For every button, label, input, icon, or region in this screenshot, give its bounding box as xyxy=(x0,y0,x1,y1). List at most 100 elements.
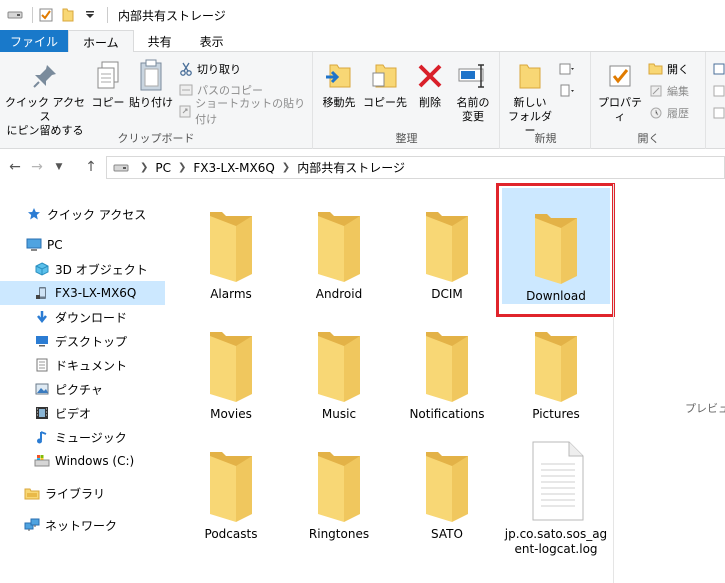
nav-item-videos[interactable]: ビデオ xyxy=(0,401,165,425)
cut-button[interactable]: 切り取り xyxy=(178,60,241,78)
nav-label: 3D オブジェクト xyxy=(55,262,148,277)
move-to-button[interactable]: 移動先 xyxy=(316,58,362,110)
rename-button[interactable]: 名前の 変更 xyxy=(450,58,496,124)
star-icon xyxy=(26,206,42,222)
open-button[interactable]: 開く xyxy=(648,60,689,78)
film-icon xyxy=(34,405,50,421)
nav-label: PC xyxy=(47,238,63,252)
library-icon xyxy=(24,485,40,501)
new-folder-label-line1: 新しい xyxy=(513,96,547,109)
address-toolbar: ← → ▼ ↑ ❯ PC ❯ FX3-LX-MX6Q ❯ 内部共有ストレージ xyxy=(0,150,725,184)
select-none-button[interactable] xyxy=(711,82,725,100)
paste-shortcut-label: ショートカットの貼り付け xyxy=(195,97,306,126)
back-button[interactable]: ← xyxy=(4,156,26,178)
nav-item-windows-c[interactable]: Windows (C:) xyxy=(0,449,165,473)
copy-button[interactable]: コピー xyxy=(88,58,128,110)
easy-access-button[interactable] xyxy=(559,82,578,100)
breadcrumb-device[interactable]: FX3-LX-MX6Q xyxy=(193,161,274,175)
breadcrumb-chevron-icon[interactable]: ❯ xyxy=(178,162,186,173)
customize-quick-access-dropdown-icon[interactable] xyxy=(81,6,99,24)
file-name-line2: ent-logcat.log xyxy=(514,542,598,556)
delete-button[interactable]: 削除 xyxy=(410,58,450,110)
nav-item-documents[interactable]: ドキュメント xyxy=(0,353,165,377)
folder-name: Movies xyxy=(210,407,252,421)
nav-item-desktop[interactable]: デスクトップ xyxy=(0,329,165,353)
folder-icon xyxy=(210,212,252,282)
folder-item[interactable]: Ringtones xyxy=(285,426,393,542)
folder-item[interactable]: Music xyxy=(285,306,393,422)
nav-item-downloads[interactable]: ダウンロード xyxy=(0,305,165,329)
tab-share[interactable]: 共有 xyxy=(134,30,186,52)
nav-item-music[interactable]: ミュージック xyxy=(0,425,165,449)
copy-to-label: コピー先 xyxy=(363,96,407,109)
nav-item-pictures[interactable]: ピクチャ xyxy=(0,377,165,401)
folder-item[interactable]: Notifications xyxy=(393,306,501,422)
back-arrow-icon: ← xyxy=(9,159,21,175)
pin-to-quick-access-button[interactable]: クイック アクセス にピン留めする xyxy=(4,58,86,138)
folder-name: Music xyxy=(321,407,357,421)
select-group xyxy=(707,52,725,149)
folder-item[interactable]: Pictures xyxy=(502,306,610,422)
folder-item[interactable]: Movies xyxy=(177,306,285,422)
new-group-label: 新規 xyxy=(534,132,557,145)
nav-label: ドキュメント xyxy=(55,358,128,373)
properties-button[interactable]: プロパティ xyxy=(594,58,646,124)
nav-item-3d-objects[interactable]: 3D オブジェクト xyxy=(0,257,165,281)
copy-to-button[interactable]: コピー先 xyxy=(362,58,408,110)
address-bar[interactable]: ❯ PC ❯ FX3-LX-MX6Q ❯ 内部共有ストレージ xyxy=(106,156,725,179)
delete-x-icon xyxy=(412,58,448,94)
rename-label-line2: 変更 xyxy=(462,110,484,123)
up-arrow-icon: ↑ xyxy=(85,159,97,175)
edit-button[interactable]: 編集 xyxy=(648,82,689,100)
invert-selection-button[interactable] xyxy=(711,104,725,122)
move-to-label: 移動先 xyxy=(322,96,356,109)
breadcrumb-chevron-icon[interactable]: ❯ xyxy=(282,162,290,173)
tab-file[interactable]: ファイル xyxy=(0,30,69,52)
new-folder-quick-icon[interactable] xyxy=(59,6,77,24)
select-all-button[interactable] xyxy=(711,60,725,78)
breadcrumb-chevron-icon[interactable]: ❯ xyxy=(140,162,148,173)
tab-view[interactable]: 表示 xyxy=(186,30,238,52)
nav-label: ビデオ xyxy=(55,406,92,421)
folder-name: Podcasts xyxy=(204,527,258,541)
text-file-icon xyxy=(532,441,584,521)
paste-shortcut-button[interactable]: ショートカットの貼り付け xyxy=(178,97,312,126)
nav-item-device[interactable]: FX3-LX-MX6Q xyxy=(0,281,165,305)
new-item-button[interactable] xyxy=(559,60,578,78)
open-label: 開く xyxy=(667,63,689,76)
file-item[interactable]: jp.co.sato.sos_ag ent-logcat.log xyxy=(502,426,610,556)
cube-icon xyxy=(34,261,50,277)
clipboard-group: クイック アクセス にピン留めする コピー 貼り付け 切り取り パスのコピー シ… xyxy=(0,52,313,149)
new-folder-button[interactable]: 新しい フォルダー xyxy=(507,58,553,138)
nav-item-libraries[interactable]: ライブラリ xyxy=(0,481,165,505)
file-name-line1: jp.co.sato.sos_ag xyxy=(504,527,608,541)
desktop-icon xyxy=(34,333,50,349)
nav-item-network[interactable]: ネットワーク xyxy=(0,513,165,537)
up-button[interactable]: ↑ xyxy=(80,156,102,178)
organize-group: 移動先 コピー先 削除 名前の 変更 整理 xyxy=(314,52,500,149)
folder-item[interactable]: Alarms xyxy=(177,186,285,302)
computer-icon xyxy=(26,237,42,253)
nav-item-quick-access[interactable]: クイック アクセス xyxy=(0,202,165,226)
folder-item[interactable]: Android xyxy=(285,186,393,302)
breadcrumb-storage[interactable]: 内部共有ストレージ xyxy=(297,159,405,176)
paste-button[interactable]: 貼り付け xyxy=(128,58,174,110)
folder-item[interactable]: SATO xyxy=(393,426,501,542)
folder-name: Ringtones xyxy=(308,527,370,541)
folder-item[interactable]: DCIM xyxy=(393,186,501,302)
nav-item-pc[interactable]: PC xyxy=(0,233,165,257)
open-folder-icon xyxy=(648,61,664,77)
tab-home[interactable]: ホーム xyxy=(68,30,134,53)
paste-label: 貼り付け xyxy=(129,96,173,109)
pin-icon xyxy=(27,58,63,94)
properties-checkbox-icon[interactable] xyxy=(37,6,55,24)
forward-button[interactable]: → xyxy=(26,156,48,178)
breadcrumb-pc[interactable]: PC xyxy=(155,161,171,175)
select-none-icon xyxy=(711,83,725,99)
preview-pane-text: プレビュー xyxy=(685,402,725,415)
folder-item[interactable]: Podcasts xyxy=(177,426,285,542)
navigation-pane: クイック アクセス PC 3D オブジェクト FX3-LX-MX6Q ダウンロー… xyxy=(0,196,165,583)
history-button[interactable]: 履歴 xyxy=(648,104,689,122)
recent-locations-button[interactable]: ▼ xyxy=(48,156,70,178)
drive-icon xyxy=(113,163,129,173)
